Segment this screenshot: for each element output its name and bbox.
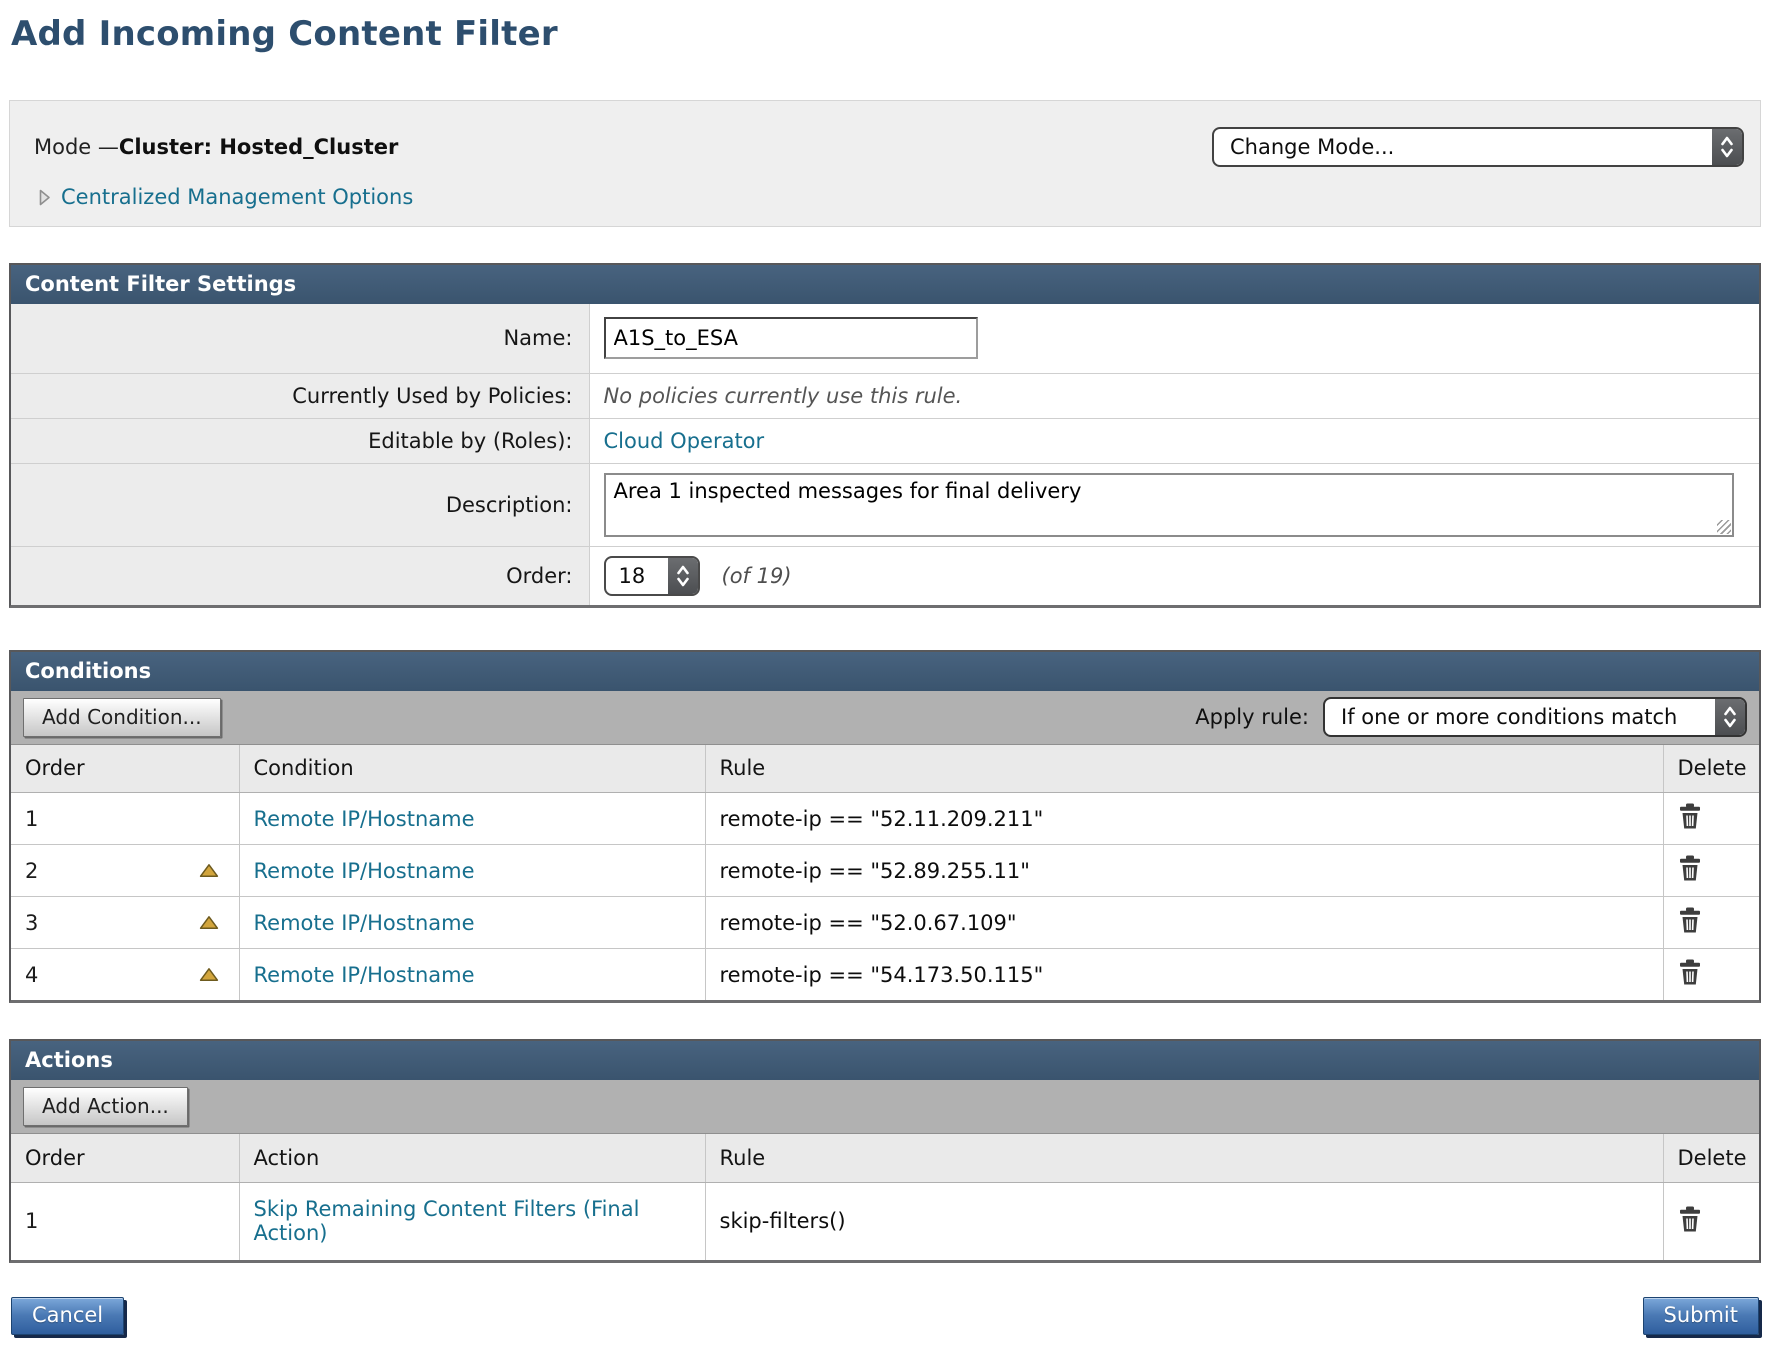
actions-col-action: Action [239, 1134, 705, 1182]
trash-icon[interactable] [1678, 803, 1702, 829]
condition-order: 1 [25, 807, 38, 831]
condition-link[interactable]: Remote IP/Hostname [254, 859, 475, 883]
order-select-value: 18 [606, 564, 668, 588]
condition-row: 3 Remote IP/Hostname remote-ip == "52.0.… [11, 897, 1759, 949]
change-mode-select-value: Change Mode... [1214, 135, 1712, 159]
condition-row: 2 Remote IP/Hostname remote-ip == "52.89… [11, 845, 1759, 897]
condition-rule: remote-ip == "54.173.50.115" [720, 963, 1044, 987]
mode-cluster-value: Cluster: Hosted_Cluster [119, 135, 398, 159]
mode-text: Mode —Cluster: Hosted_Cluster [34, 135, 398, 159]
centralized-management-options-link[interactable]: Centralized Management Options [61, 185, 413, 209]
conditions-col-order: Order [11, 745, 239, 793]
add-condition-button[interactable]: Add Condition... [23, 698, 221, 737]
actions-toolbar: Add Action... [11, 1080, 1759, 1134]
condition-rule: remote-ip == "52.11.209.211" [720, 807, 1044, 831]
select-stepper-icon[interactable] [1715, 699, 1745, 735]
conditions-col-condition: Condition [239, 745, 705, 793]
footer-bar: Cancel Submit [9, 1297, 1761, 1335]
add-action-button[interactable]: Add Action... [23, 1087, 188, 1126]
condition-link[interactable]: Remote IP/Hostname [254, 911, 475, 935]
trash-icon[interactable] [1678, 855, 1702, 881]
actions-col-rule: Rule [705, 1134, 1663, 1182]
select-stepper-icon[interactable] [668, 558, 698, 594]
trash-icon[interactable] [1678, 907, 1702, 933]
order-label: Order: [11, 546, 589, 605]
condition-row: 4 Remote IP/Hostname remote-ip == "54.17… [11, 949, 1759, 1001]
move-up-icon[interactable] [199, 967, 219, 982]
mode-panel: Mode —Cluster: Hosted_Cluster Change Mod… [9, 100, 1761, 227]
condition-order: 4 [25, 963, 38, 987]
resize-grip-icon[interactable] [1717, 520, 1731, 534]
name-label: Name: [11, 304, 589, 373]
policies-label: Currently Used by Policies: [11, 373, 589, 418]
select-stepper-icon[interactable] [1712, 129, 1742, 165]
editable-roles-label: Editable by (Roles): [11, 418, 589, 463]
condition-rule: remote-ip == "52.0.67.109" [720, 911, 1017, 935]
conditions-col-delete: Delete [1663, 745, 1759, 793]
condition-order: 3 [25, 911, 38, 935]
page: Add Incoming Content Filter Mode —Cluste… [0, 0, 1770, 1355]
action-rule: skip-filters() [720, 1209, 846, 1233]
action-link[interactable]: Skip Remaining Content Filters (Final Ac… [254, 1197, 640, 1245]
mode-label: Mode — [34, 135, 119, 159]
description-label: Description: [11, 463, 589, 546]
action-order: 1 [25, 1209, 38, 1233]
condition-row: 1 Remote IP/Hostname remote-ip == "52.11… [11, 793, 1759, 845]
cloud-operator-link[interactable]: Cloud Operator [604, 429, 765, 453]
condition-link[interactable]: Remote IP/Hostname [254, 963, 475, 987]
actions-panel: Actions Add Action... Order Action Rule … [9, 1039, 1761, 1263]
apply-rule-label: Apply rule: [1195, 705, 1309, 729]
content-filter-settings-panel: Content Filter Settings Name: Currently … [9, 263, 1761, 608]
trash-icon[interactable] [1678, 1206, 1702, 1232]
change-mode-select[interactable]: Change Mode... [1212, 127, 1744, 167]
policies-value: No policies currently use this rule. [604, 384, 963, 408]
settings-panel-header: Content Filter Settings [11, 265, 1759, 304]
conditions-col-rule: Rule [705, 745, 1663, 793]
cancel-button[interactable]: Cancel [11, 1297, 124, 1335]
conditions-panel: Conditions Add Condition... Apply rule: … [9, 650, 1761, 1004]
description-textarea[interactable]: Area 1 inspected messages for final deli… [604, 473, 1734, 537]
conditions-toolbar: Add Condition... Apply rule: If one or m… [11, 691, 1759, 745]
order-select[interactable]: 18 [604, 556, 700, 596]
order-of-note: (of 19) [722, 564, 792, 588]
name-input[interactable] [604, 317, 978, 359]
disclosure-triangle-icon[interactable] [38, 188, 51, 207]
actions-col-order: Order [11, 1134, 239, 1182]
condition-rule: remote-ip == "52.89.255.11" [720, 859, 1030, 883]
action-row: 1 Skip Remaining Content Filters (Final … [11, 1182, 1759, 1260]
actions-col-delete: Delete [1663, 1134, 1759, 1182]
move-up-icon[interactable] [199, 915, 219, 930]
submit-button[interactable]: Submit [1643, 1297, 1760, 1335]
actions-panel-header: Actions [11, 1041, 1759, 1080]
settings-table: Name: Currently Used by Policies: No pol… [11, 304, 1759, 605]
page-title: Add Incoming Content Filter [11, 14, 1761, 54]
conditions-panel-header: Conditions [11, 652, 1759, 691]
actions-table: Order Action Rule Delete 1 Skip Remainin… [11, 1134, 1759, 1260]
apply-rule-select[interactable]: If one or more conditions match [1323, 697, 1747, 737]
apply-rule-select-value: If one or more conditions match [1325, 705, 1715, 729]
trash-icon[interactable] [1678, 959, 1702, 985]
condition-link[interactable]: Remote IP/Hostname [254, 807, 475, 831]
conditions-table: Order Condition Rule Delete 1 Remote IP/… [11, 745, 1759, 1001]
condition-order: 2 [25, 859, 38, 883]
move-up-icon[interactable] [199, 863, 219, 878]
